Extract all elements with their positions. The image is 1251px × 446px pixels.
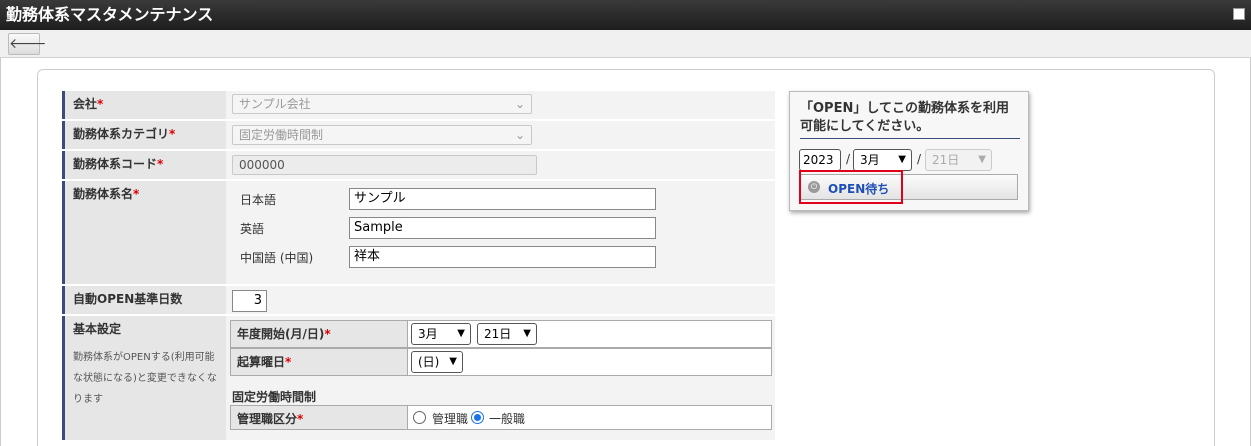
chevron-down-icon: ⌄ <box>514 128 525 142</box>
radio-manager[interactable] <box>413 411 426 424</box>
lang-label-ja: 日本語 <box>240 193 277 207</box>
open-day-select[interactable]: 21日 ▼ <box>925 149 992 171</box>
category-select-value: 固定労働時間制 <box>239 128 324 142</box>
arrow-left-icon: 🡐 <box>9 36 47 52</box>
chevron-down-icon: ▼ <box>978 154 986 165</box>
company-select[interactable]: サンプル会社 ⌄ <box>232 94 532 114</box>
auto-open-label: 自動OPEN基準日数 <box>62 286 226 314</box>
base-weekday-select[interactable]: (日) ▼ <box>411 351 463 373</box>
base-weekday-label: 起算曜日* <box>230 348 408 376</box>
basic-label-text: 基本設定 <box>73 322 122 336</box>
category-select[interactable]: 固定労働時間制 ⌄ <box>232 125 532 145</box>
lang-label-en: 英語 <box>240 222 265 236</box>
year-start-label: 年度開始(月/日)* <box>230 320 408 348</box>
code-label: 勤務体系コード* <box>62 151 226 179</box>
open-month-select[interactable]: 3月 ▼ <box>853 149 912 171</box>
category-label: 勤務体系カテゴリ* <box>62 121 226 149</box>
year-start-month-select[interactable]: 3月 ▼ <box>411 323 471 345</box>
mgmt-label: 管理職区分* <box>230 405 408 430</box>
open-message: 「OPEN」してこの勤務体系を利用可能にしてください。 <box>800 100 1020 139</box>
company-label: 会社* <box>62 91 226 119</box>
chevron-down-icon: ⌄ <box>514 97 525 111</box>
year-start-day-select[interactable]: 21日 ▼ <box>477 323 537 345</box>
auto-open-input[interactable]: 3 <box>232 290 267 312</box>
basic-label: 基本設定勤務体系がOPENする(利用可能な状態になる)と変更できなくなります <box>62 316 226 440</box>
fixed-work-section-title: 固定労働時間制 <box>232 390 317 404</box>
radio-general-label: 一般職 <box>489 412 526 426</box>
chevron-down-icon: ▼ <box>449 356 457 367</box>
open-date-separator: / <box>846 152 851 166</box>
chevron-down-icon: ▼ <box>523 328 531 339</box>
name-ja-input[interactable]: サンプル <box>349 188 656 210</box>
name-zh-input[interactable]: 祥本 <box>349 246 656 268</box>
highlight-frame <box>799 170 903 204</box>
chevron-down-icon: ▼ <box>457 328 465 339</box>
radio-manager-label: 管理職 <box>432 412 469 426</box>
window-title-text: 勤務体系マスタメンテナンス <box>6 5 214 24</box>
lang-label-zh: 中国語 (中国) <box>240 251 314 265</box>
name-en-input[interactable]: Sample <box>349 217 656 239</box>
back-button[interactable]: 🡐 <box>8 33 47 55</box>
company-select-value: サンプル会社 <box>239 97 311 111</box>
open-panel: 「OPEN」してこの勤務体系を利用可能にしてください。 2023 / 3月 ▼ /… <box>789 91 1029 211</box>
basic-note: 勤務体系がOPENする(利用可能な状態になる)と変更できなくなります <box>73 352 217 405</box>
code-input[interactable]: 000000 <box>232 155 537 175</box>
radio-selected-dot-icon <box>474 414 481 421</box>
open-date-separator: / <box>917 152 922 166</box>
name-label: 勤務体系名* <box>62 181 226 284</box>
window-title: 勤務体系マスタメンテナンス <box>0 0 1251 30</box>
radio-general[interactable] <box>471 411 484 424</box>
open-year-input[interactable]: 2023 <box>799 149 841 171</box>
auto-open-value-cell <box>226 286 775 314</box>
toolbar: 🡐 <box>0 30 1251 58</box>
chevron-down-icon: ▼ <box>898 154 906 165</box>
close-icon[interactable] <box>1233 8 1245 20</box>
